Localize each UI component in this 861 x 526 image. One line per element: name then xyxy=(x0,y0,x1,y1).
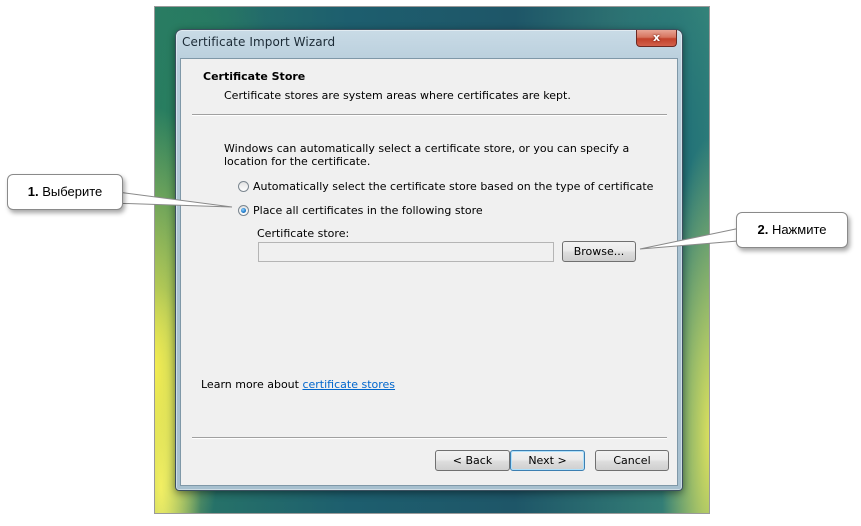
certificate-store-label: Certificate store: xyxy=(257,227,350,240)
page-title: Certificate Store xyxy=(203,70,306,83)
radio-place-in-store[interactable] xyxy=(238,204,249,216)
learn-more-prefix: Learn more about xyxy=(201,378,303,391)
callout-click: 2. Нажмите xyxy=(736,212,848,248)
next-button[interactable]: Next > xyxy=(510,450,585,471)
intro-text: Windows can automatically select a certi… xyxy=(224,142,630,168)
radio-place-in-store-option[interactable]: Place all certificates in the following … xyxy=(238,203,483,217)
cancel-button[interactable]: Cancel xyxy=(595,450,669,471)
callout-click-text: Нажмите xyxy=(768,222,827,237)
header-divider xyxy=(192,114,667,116)
window-title: Certificate Import Wizard xyxy=(182,35,336,49)
footer-divider xyxy=(192,437,667,439)
callout-select-text: Выберите xyxy=(38,184,103,199)
callout-select-number: 1. xyxy=(27,184,39,199)
radio-auto-select[interactable] xyxy=(238,180,249,192)
certificate-stores-link[interactable]: certificate stores xyxy=(302,378,395,391)
radio-auto-select-label: Automatically select the certificate sto… xyxy=(253,179,654,193)
screenshot-stage: Certificate Import Wizard x Certificate … xyxy=(0,0,861,526)
back-button[interactable]: < Back xyxy=(435,450,510,471)
page-subtitle: Certificate stores are system areas wher… xyxy=(224,89,571,102)
learn-more-text: Learn more about certificate stores xyxy=(201,378,395,391)
certificate-import-wizard-window: Certificate Import Wizard x Certificate … xyxy=(175,29,683,491)
wizard-client-area: Certificate Store Certificate stores are… xyxy=(180,58,678,486)
wizard-header: Certificate Store Certificate stores are… xyxy=(181,59,677,115)
browse-button[interactable]: Browse... xyxy=(562,241,636,262)
certificate-store-field[interactable] xyxy=(258,242,554,262)
callout-click-number: 2. xyxy=(757,222,769,237)
callout-select: 1. Выберите xyxy=(7,174,123,210)
radio-place-in-store-label: Place all certificates in the following … xyxy=(253,203,483,217)
radio-auto-select-option[interactable]: Automatically select the certificate sto… xyxy=(238,179,653,193)
close-button[interactable]: x xyxy=(636,30,677,47)
close-icon: x xyxy=(652,31,661,44)
